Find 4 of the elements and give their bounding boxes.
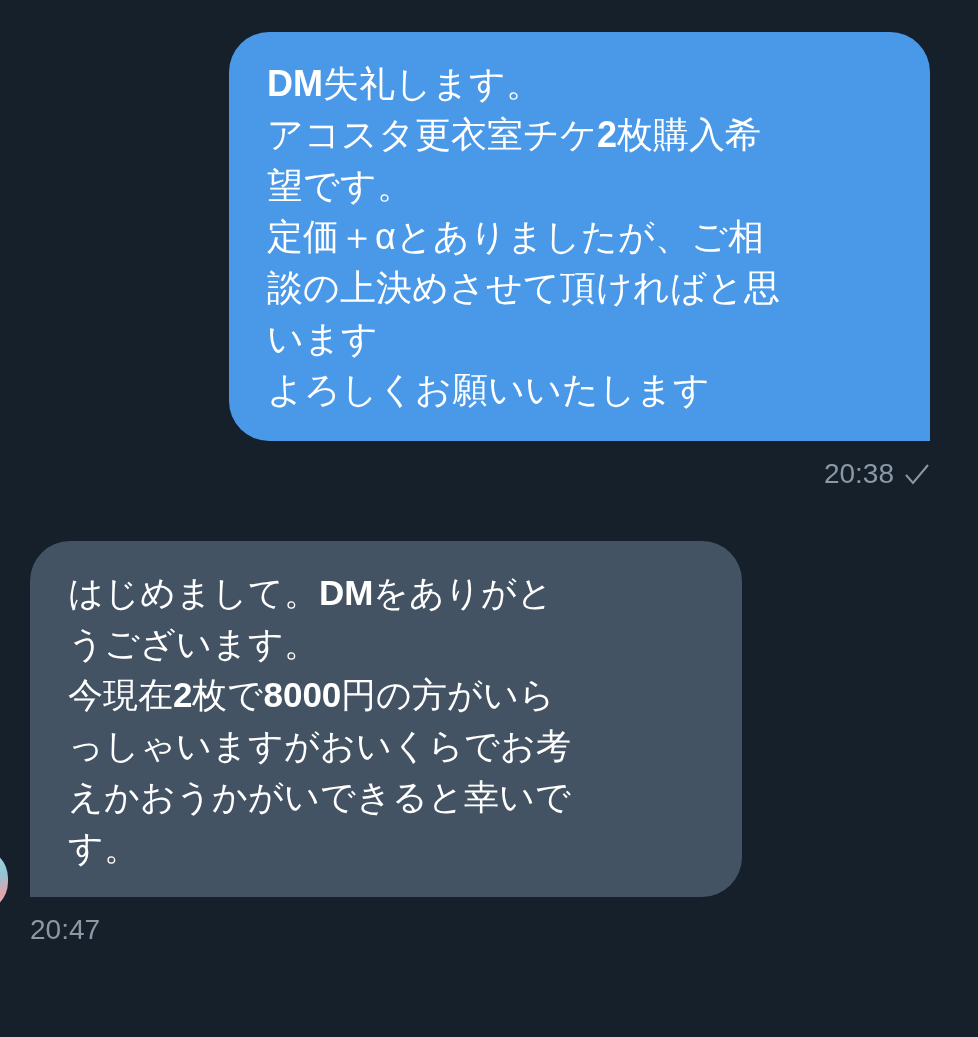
message-text: はじめまして。DMをありがと うございます。 今現在2枚で8000円の方がいら っしゃいますがおいくらでお考 えかおうかがいできると幸いで す。 (68, 572, 572, 869)
message-text: DM失礼します。 アコスタ更衣室チケ2枚購入希 望です。 定価＋αとありましたが、ご相 談の上決めさせて頂ければと思 います よろしくお願いいたします (267, 62, 781, 412)
message-time: 20:38 (823, 457, 894, 491)
message-time: 20:47 (30, 913, 101, 947)
